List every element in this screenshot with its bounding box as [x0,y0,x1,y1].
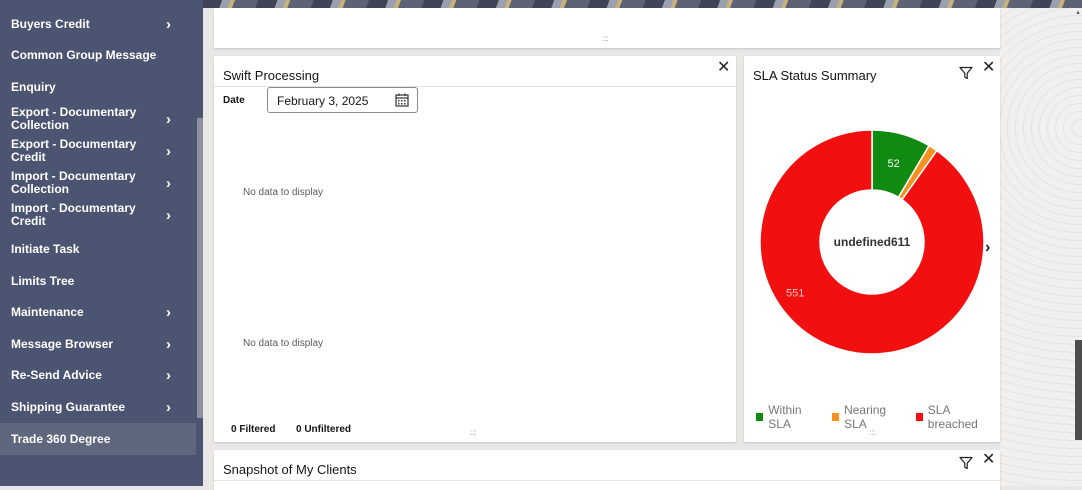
unfiltered-count: 0 Unfiltered [296,424,352,435]
legend-swatch [915,413,923,421]
chevron-right-icon: › [166,366,171,384]
sidebar-item-trade-360-degree[interactable]: Trade 360 Degree [0,423,196,455]
sidebar-item-message-browser[interactable]: Message Browser › [0,333,196,355]
sla-status-summary-panel: SLA Status Summary ✕ undefined611 52 551 … [744,56,1000,442]
close-icon[interactable]: ✕ [982,452,995,468]
page-scrollbar[interactable] [1075,340,1082,440]
sidebar-item-label: Export - Documentary Credit [11,137,137,164]
sidebar-item-label: Maintenance [11,304,84,319]
drag-handle-icon[interactable]: ::: [869,428,876,437]
sidebar-item-shipping-guarantee[interactable]: Shipping Guarantee › [0,396,196,418]
legend-item-within-sla[interactable]: Within SLA [756,403,822,431]
legend-swatch [831,413,840,421]
swift-processing-panel: Swift Processing ✕ Date February 3, 2025… [214,56,736,442]
sidebar-item-buyers-credit[interactable]: Buyers Credit › [0,13,196,35]
calendar-icon[interactable] [395,93,409,107]
sidebar-item-label: Re-Send Advice [11,367,102,382]
sidebar-item-label: Shipping Guarantee [11,399,126,414]
chevron-right-icon: › [166,335,171,353]
chevron-right-icon: › [166,110,171,128]
panel-title: Swift Processing [223,68,320,83]
sidebar-menu: Buyers Credit › Common Group Message Enq… [0,0,203,486]
sidebar-item-maintenance[interactable]: Maintenance › [0,301,196,323]
header-decoration [203,0,1082,8]
filter-icon[interactable] [959,456,973,470]
chevron-right-icon[interactable]: › [985,239,990,257]
sidebar-item-label: Buyers Credit [11,16,90,31]
legend-label: Within SLA [768,403,802,431]
legend-swatch [756,413,764,421]
chevron-right-icon: › [166,15,171,33]
scroll-up-icon[interactable]: ▲ [1075,10,1081,16]
donut-center-label: undefined611 [834,235,911,249]
sidebar-item-label: Message Browser [11,336,114,351]
sidebar-item-label: Enquiry [11,79,56,94]
filter-icon[interactable] [959,66,973,80]
sidebar-item-label: Common Group Message [11,47,157,62]
chevron-right-icon: › [166,142,171,160]
sidebar-item-common-group-message[interactable]: Common Group Message [0,44,196,66]
legend-label: Nearing SLA [844,403,887,431]
sidebar-scrollbar[interactable] [197,118,203,418]
drag-handle-icon[interactable]: ::: [602,34,609,43]
chevron-right-icon: › [166,206,171,224]
sidebar-item-export-documentary-collection[interactable]: Export - Documentary Collection › [0,105,196,133]
chevron-right-icon: › [166,303,171,321]
sidebar-item-label: Initiate Task [11,241,80,256]
no-data-message: No data to display [243,187,324,198]
top-widget-panel: ::: [214,8,1000,48]
sidebar-item-label: Export - Documentary Collection [11,105,137,132]
date-input[interactable]: February 3, 2025 [267,87,418,113]
divider [214,480,1000,481]
date-value: February 3, 2025 [277,94,369,108]
sidebar-item-export-documentary-credit[interactable]: Export - Documentary Credit › [0,137,196,165]
legend-label: SLA breached [927,403,978,431]
date-label: Date [223,95,245,106]
donut-data-label: 551 [786,288,804,300]
sidebar-item-import-documentary-credit[interactable]: Import - Documentary Credit › [0,201,196,229]
snapshot-of-my-clients-panel: Snapshot of My Clients ✕ [214,450,1000,490]
sidebar-item-label: Import - Documentary Credit [11,201,136,228]
sidebar-item-label: Limits Tree [11,273,75,288]
panel-title: SLA Status Summary [753,68,877,83]
sidebar-item-import-documentary-collection[interactable]: Import - Documentary Collection › [0,169,196,197]
drag-handle-icon[interactable]: ::: [470,428,477,437]
sidebar-item-limits-tree[interactable]: Limits Tree [0,270,196,292]
close-icon[interactable]: ✕ [982,60,995,76]
background-pattern [1000,8,1082,486]
close-icon[interactable]: ✕ [717,60,730,76]
legend-item-nearing-sla[interactable]: Nearing SLA [831,403,906,431]
chevron-right-icon: › [166,398,171,416]
panel-title: Snapshot of My Clients [223,462,357,477]
chart-legend: Within SLA Nearing SLA SLA breached [756,403,1000,431]
sidebar-item-initiate-task[interactable]: Initiate Task [0,238,196,260]
sidebar-item-label: Trade 360 Degree [11,431,111,446]
sidebar-item-enquiry[interactable]: Enquiry [0,76,196,98]
sidebar-item-re-send-advice[interactable]: Re-Send Advice › [0,364,196,386]
no-data-message: No data to display [243,338,324,349]
chevron-right-icon: › [166,174,171,192]
sla-donut-chart: undefined611 52 551 [759,129,985,355]
legend-item-sla-breached[interactable]: SLA breached [915,403,996,431]
sidebar-item-label: Import - Documentary Collection [11,169,136,196]
donut-data-label: 52 [888,158,900,170]
filtered-count: 0 Filtered [231,424,276,435]
